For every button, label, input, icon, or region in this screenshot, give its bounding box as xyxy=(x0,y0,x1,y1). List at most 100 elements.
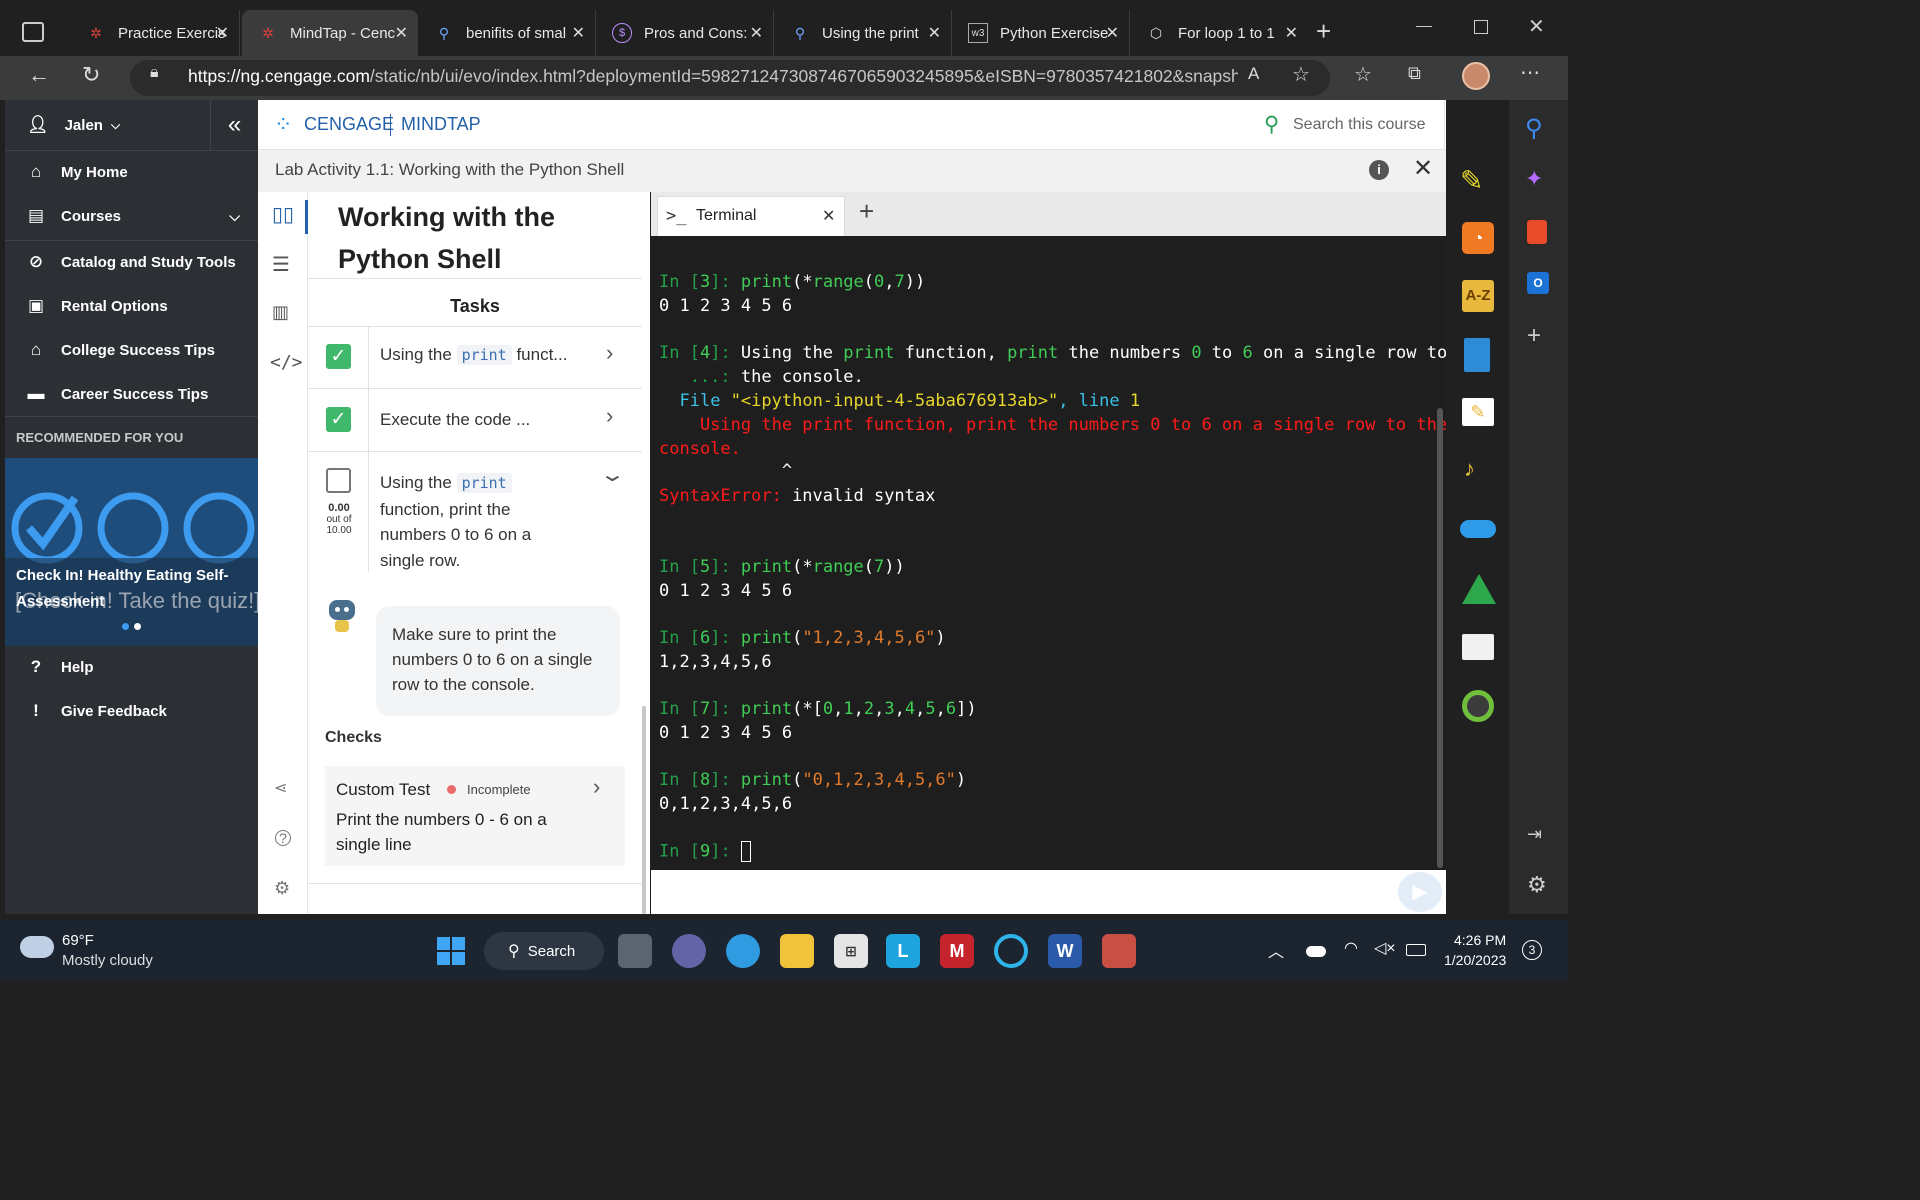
nav-item-catalog[interactable]: ⊘ Catalog and Study Tools xyxy=(5,240,258,284)
profile-avatar[interactable] xyxy=(1462,62,1490,90)
store-icon[interactable]: ⊞ xyxy=(834,934,868,968)
show-hidden-icons-icon[interactable]: ︿ xyxy=(1268,938,1284,962)
notification-badge[interactable]: 3 xyxy=(1522,940,1542,960)
book-open-icon[interactable]: ▯▯ xyxy=(272,202,294,227)
close-icon[interactable]: ✕ xyxy=(216,23,229,43)
pen-icon[interactable]: ✎ xyxy=(1460,164,1494,198)
book-icon[interactable] xyxy=(1464,338,1490,372)
read-aloud-icon[interactable]: A xyxy=(1248,64,1259,84)
browser-tab[interactable]: w3 Python Exercise ✕ xyxy=(952,10,1130,56)
copilot-sparkle-icon[interactable]: ✦ xyxy=(1525,166,1543,192)
close-icon[interactable]: ✕ xyxy=(572,23,585,43)
run-button[interactable]: ▶ xyxy=(1398,872,1442,912)
browser-tab-active[interactable]: ✲ MindTap - Cenc ✕ xyxy=(242,10,418,56)
terminal-prompt[interactable]: In [9]: xyxy=(659,841,751,862)
window-close-icon[interactable]: ✕ xyxy=(1528,14,1545,39)
clock-time[interactable]: 4:26 PM xyxy=(1454,932,1506,948)
nav-item-help[interactable]: ? Help xyxy=(5,645,258,689)
sound-icon[interactable]: ♪ xyxy=(1464,456,1475,482)
volume-muted-icon[interactable]: ◁× xyxy=(1374,938,1396,958)
add-terminal-button[interactable]: + xyxy=(859,196,874,227)
nav-item-college-tips[interactable]: ⌂ College Success Tips xyxy=(5,328,258,372)
nav-item-career-tips[interactable]: ▬ Career Success Tips xyxy=(5,372,258,416)
browser-tab[interactable]: ⚲ Using the print ✕ xyxy=(774,10,952,56)
close-icon[interactable]: ✕ xyxy=(750,23,763,43)
carousel-dot[interactable] xyxy=(122,623,129,630)
mcafee-icon[interactable]: M xyxy=(940,934,974,968)
course-search-input[interactable]: Search this course xyxy=(1293,116,1426,134)
add-sidebar-app-icon[interactable]: + xyxy=(1527,322,1541,350)
minimize-icon[interactable] xyxy=(1416,26,1432,27)
maximize-icon[interactable] xyxy=(1474,20,1488,34)
nav-item-my-home[interactable]: ⌂ My Home xyxy=(5,150,258,194)
close-icon[interactable]: ✕ xyxy=(1285,23,1298,43)
collections-icon[interactable]: ⧉ xyxy=(1408,63,1421,84)
hide-sidebar-icon[interactable]: ⇥ xyxy=(1527,824,1542,845)
collapse-nav-button[interactable]: « xyxy=(210,100,258,150)
new-tab-plus-icon[interactable]: + xyxy=(1316,16,1331,47)
office-icon[interactable] xyxy=(1527,220,1547,244)
a-z-icon[interactable]: A-Z xyxy=(1462,280,1494,312)
custom-test-card[interactable]: Custom Test Incomplete › Print the numbe… xyxy=(325,766,625,866)
settings-gear-icon[interactable]: ⚙ xyxy=(274,878,290,899)
chart-icon[interactable]: ▥ xyxy=(272,302,289,323)
browser-tab[interactable]: ✲ Practice Exercis ✕ xyxy=(70,10,240,56)
code-icon[interactable]: </> xyxy=(270,352,303,373)
terminal-output[interactable]: In [3]: print(*range(0,7)) 0 1 2 3 4 5 6… xyxy=(651,236,1447,870)
cortana-icon[interactable] xyxy=(994,934,1028,968)
edge-icon[interactable] xyxy=(726,934,760,968)
close-icon[interactable]: ✕ xyxy=(928,23,941,43)
weather-widget[interactable]: 69°F Mostly cloudy xyxy=(20,928,170,974)
panel-scrollbar[interactable] xyxy=(642,706,646,914)
clock-date[interactable]: 1/20/2023 xyxy=(1444,952,1506,968)
info-icon[interactable]: i xyxy=(1369,160,1389,180)
task-item-2[interactable]: ✓ Execute the code ... › xyxy=(308,389,642,452)
onedrive-tray-icon[interactable] xyxy=(1306,946,1326,957)
task-list-icon[interactable]: ☰ xyxy=(272,252,290,277)
circle-app-icon[interactable] xyxy=(1462,690,1494,722)
terminal-scrollbar[interactable] xyxy=(1437,408,1443,868)
more-icon[interactable]: ⋯ xyxy=(1520,60,1540,85)
url-text[interactable]: https://ng.cengage.com/static/nb/ui/evo/… xyxy=(188,66,1238,87)
close-activity-icon[interactable]: ✕ xyxy=(1413,154,1433,183)
close-icon[interactable]: ✕ xyxy=(395,23,408,43)
onedrive-icon[interactable] xyxy=(1460,520,1496,538)
share-icon[interactable]: ⋖ xyxy=(274,778,287,798)
browser-tab[interactable]: ⬡ For loop 1 to 1 ✕ xyxy=(1130,10,1308,56)
teams-chat-icon[interactable] xyxy=(672,934,706,968)
outlook-icon[interactable]: O xyxy=(1527,272,1549,294)
close-icon[interactable]: ✕ xyxy=(822,206,835,226)
search-icon[interactable]: ⚲ xyxy=(1525,114,1543,143)
task-view-icon[interactable] xyxy=(618,934,652,968)
rss-icon[interactable]: ◔ xyxy=(1462,222,1494,254)
wifi-icon[interactable]: ◠ xyxy=(1344,938,1358,958)
browser-tab[interactable]: $ Pros and Cons: ✕ xyxy=(596,10,774,56)
file-explorer-icon[interactable] xyxy=(780,934,814,968)
favorites-icon[interactable]: ☆ xyxy=(1354,62,1372,87)
close-icon[interactable]: ✕ xyxy=(1106,23,1119,43)
task-item-3[interactable]: 0.00 out of 10.00 Using the print functi… xyxy=(308,452,642,572)
sidebar-settings-icon[interactable]: ⚙ xyxy=(1527,872,1547,898)
snipping-tool-icon[interactable] xyxy=(1102,934,1136,968)
battery-icon[interactable] xyxy=(1406,944,1426,956)
favorite-add-icon[interactable]: ☆ xyxy=(1292,62,1310,87)
notes-icon[interactable] xyxy=(1462,634,1494,660)
refresh-icon[interactable]: ↻ xyxy=(82,62,100,88)
tab-actions-icon[interactable] xyxy=(22,22,44,42)
nav-item-courses[interactable]: ▤ Courses ⌵ xyxy=(5,194,258,238)
start-windows-icon[interactable] xyxy=(434,934,468,968)
browser-tab[interactable]: ⚲ benifits of smal ✕ xyxy=(418,10,596,56)
carousel-dot-active[interactable] xyxy=(134,623,141,630)
user-menu[interactable]: 👤︎ Jalen ⌵ xyxy=(5,100,210,150)
l-app-icon[interactable]: L xyxy=(886,934,920,968)
nav-item-feedback[interactable]: ! Give Feedback xyxy=(5,689,258,733)
help-icon[interactable]: ? xyxy=(275,830,291,846)
lock-icon[interactable]: 🔒︎ xyxy=(150,64,159,82)
nav-item-rental[interactable]: ▣ Rental Options xyxy=(5,284,258,328)
word-icon[interactable]: W xyxy=(1048,934,1082,968)
terminal-tab[interactable]: >_ Terminal ✕ xyxy=(657,196,845,236)
notepad-icon[interactable]: ✎ xyxy=(1462,398,1494,426)
taskbar-search[interactable]: ⚲ Search xyxy=(484,932,604,970)
recommended-card[interactable]: [Check in! Take the quiz!] Check In! Hea… xyxy=(5,458,258,646)
task-item-1[interactable]: ✓ Using the print funct... › xyxy=(308,326,642,389)
